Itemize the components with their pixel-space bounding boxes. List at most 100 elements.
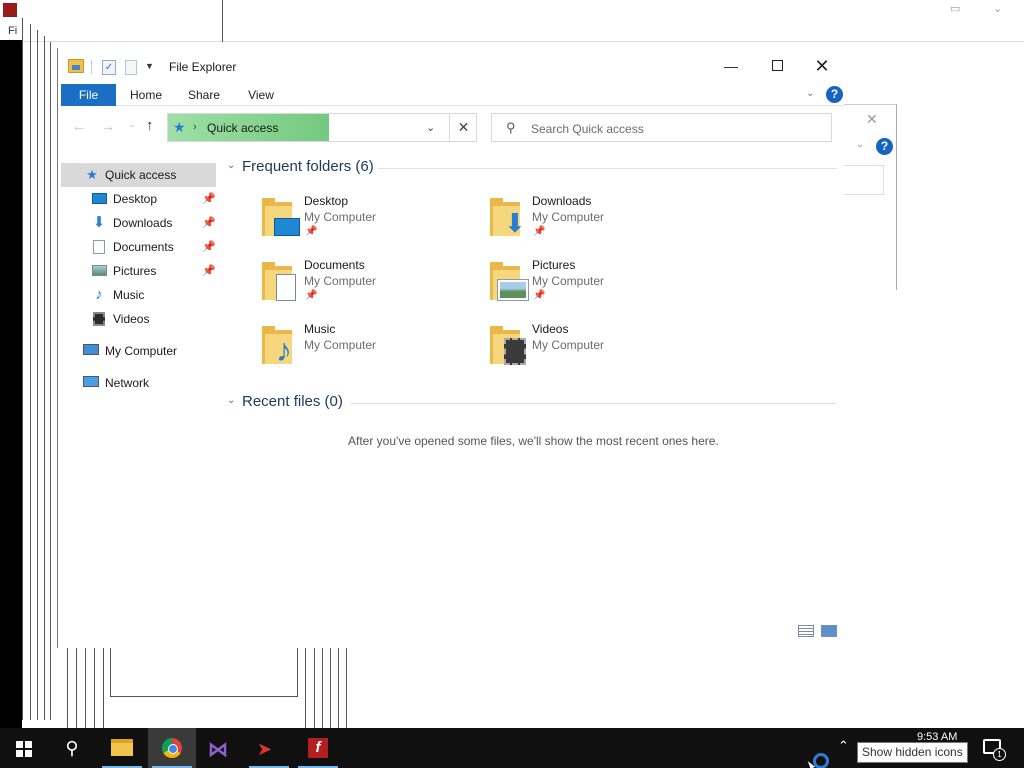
taskbar-file-explorer[interactable] xyxy=(98,728,146,768)
sidebar-item-videos[interactable]: Videos xyxy=(61,307,216,331)
close-button[interactable]: ✕ xyxy=(799,52,845,80)
large-icons-view-icon[interactable] xyxy=(821,625,837,637)
recent-locations-chevron-icon[interactable]: ⌄ xyxy=(128,119,136,130)
recent-files-header[interactable]: ⌄ Recent files (0) xyxy=(225,393,837,413)
sidebar-item-label: Desktop xyxy=(113,192,158,206)
folder-tile-documents[interactable]: Documents My Computer 📌 xyxy=(258,256,478,312)
navigation-bar: ← → ⌄ ↑ ★ › Quick access ⌄ ✕ ⚲ Search Qu… xyxy=(58,110,845,142)
background-black-strip xyxy=(0,40,22,728)
address-history-chevron-icon[interactable]: ⌄ xyxy=(426,121,435,134)
folder-location: My Computer xyxy=(304,210,377,224)
pin-icon[interactable]: 📌 xyxy=(202,259,216,283)
clear-address-button[interactable]: ✕ xyxy=(449,114,477,141)
details-view-icon[interactable] xyxy=(798,625,814,637)
pin-icon: 📌 xyxy=(305,226,318,237)
breadcrumb-quick-access[interactable]: Quick access xyxy=(207,121,278,135)
sidebar-item-quick-access[interactable]: ★ Quick access xyxy=(61,163,216,187)
music-note-icon: ♪ xyxy=(95,286,103,303)
sidebar-item-documents[interactable]: Documents 📌 xyxy=(61,235,216,259)
start-button[interactable] xyxy=(0,728,48,768)
expand-ribbon-chevron-icon[interactable]: ⌄ xyxy=(806,88,814,99)
frame-line xyxy=(44,36,45,720)
downloads-folder-icon: ⬇ xyxy=(490,198,526,238)
sidebar-item-desktop[interactable]: Desktop 📌 xyxy=(61,187,216,211)
taskbar-arrow-app[interactable]: ➤ xyxy=(245,728,293,768)
tab-view[interactable]: View xyxy=(239,84,283,106)
music-folder-icon: ♪ xyxy=(262,326,298,366)
folder-name: Downloads xyxy=(532,194,592,208)
new-folder-icon[interactable] xyxy=(125,60,137,75)
window-title: File Explorer xyxy=(169,60,237,74)
folder-tile-downloads[interactable]: ⬇ Downloads My Computer 📌 xyxy=(486,192,706,248)
empty-recent-message: After you've opened some files, we'll sh… xyxy=(348,434,719,448)
help-icon[interactable]: ? xyxy=(826,86,843,103)
folder-tile-videos[interactable]: Videos My Computer xyxy=(486,320,706,376)
collapse-chevron-icon[interactable]: ⌄ xyxy=(227,160,235,171)
taskbar-flash[interactable]: f xyxy=(294,728,342,768)
up-arrow-icon[interactable]: ↑ xyxy=(146,117,154,134)
ribbon-tabs: File Home Share View ⌄ ? xyxy=(61,84,845,106)
sidebar-item-downloads[interactable]: ⬇ Downloads 📌 xyxy=(61,211,216,235)
frame-line xyxy=(222,0,223,42)
pin-icon[interactable]: 📌 xyxy=(202,211,216,235)
background-dialog: ✕ ⌄ ? xyxy=(844,104,897,290)
sidebar-item-network[interactable]: Network xyxy=(61,371,216,395)
frame-line xyxy=(322,645,323,728)
background-input xyxy=(844,165,884,195)
maximize-button[interactable] xyxy=(754,52,800,80)
background-help-icon: ? xyxy=(876,138,893,155)
videos-folder-icon xyxy=(490,326,526,366)
frame-line xyxy=(330,645,331,728)
frame-line xyxy=(94,645,95,728)
title-bar[interactable]: ✓ ▼ File Explorer — ✕ xyxy=(58,48,845,84)
sidebar-item-my-computer[interactable]: My Computer xyxy=(61,339,216,363)
background-chevron-icon: ⌄ xyxy=(856,139,865,150)
folder-name: Documents xyxy=(304,258,365,272)
collapse-chevron-icon[interactable]: ⌄ xyxy=(227,395,235,406)
sidebar-item-label: My Computer xyxy=(105,344,178,358)
sidebar-item-label: Music xyxy=(113,288,145,302)
pin-icon[interactable]: 📌 xyxy=(202,187,216,211)
search-icon: ⚲ xyxy=(506,120,516,135)
desktop-icon xyxy=(92,193,107,204)
frame-line xyxy=(76,645,77,728)
frame-line xyxy=(338,645,339,728)
folder-tile-desktop[interactable]: Desktop My Computer 📌 xyxy=(258,192,478,248)
cortana-icon[interactable] xyxy=(813,753,829,768)
sidebar-item-pictures[interactable]: Pictures 📌 xyxy=(61,259,216,283)
folder-icon[interactable] xyxy=(68,59,84,73)
folder-tile-pictures[interactable]: Pictures My Computer 📌 xyxy=(486,256,706,312)
taskbar-visual-studio[interactable]: ⋈ xyxy=(196,728,244,768)
taskbar-search-icon[interactable]: ⚲ xyxy=(48,728,96,768)
taskbar-chrome[interactable] xyxy=(148,728,196,768)
tab-share[interactable]: Share xyxy=(181,84,227,106)
navigation-pane: ★ Quick access Desktop 📌 ⬇ Downloads 📌 D… xyxy=(58,158,218,418)
documents-folder-icon xyxy=(262,262,298,302)
pin-icon: 📌 xyxy=(305,290,318,301)
sidebar-item-music[interactable]: ♪ Music xyxy=(61,283,216,307)
section-title: Recent files (0) xyxy=(242,393,343,410)
visual-studio-icon: ⋈ xyxy=(208,739,228,761)
windows-logo-icon xyxy=(16,741,32,757)
address-bar[interactable]: ★ › Quick access ⌄ ✕ xyxy=(167,113,477,142)
show-hidden-icons-caret-icon[interactable]: ⌃ xyxy=(838,738,849,754)
tab-home[interactable]: Home xyxy=(124,84,168,106)
customize-toolbar-chevron-icon[interactable]: ▼ xyxy=(145,61,154,71)
toolbar-separator xyxy=(91,60,92,74)
search-placeholder[interactable]: Search Quick access xyxy=(531,122,644,136)
back-arrow-icon[interactable]: ← xyxy=(72,118,86,134)
tab-file[interactable]: File xyxy=(61,84,116,106)
frequent-folders-header[interactable]: ⌄ Frequent folders (6) xyxy=(225,158,837,178)
minimize-button[interactable]: — xyxy=(708,52,754,80)
folder-tile-music[interactable]: ♪ Music My Computer xyxy=(258,320,478,376)
breadcrumb-separator[interactable]: › xyxy=(193,121,197,133)
pin-icon[interactable]: 📌 xyxy=(202,235,216,259)
background-close-icon: ✕ xyxy=(866,111,878,127)
search-box[interactable]: ⚲ Search Quick access xyxy=(491,113,832,142)
tooltip: Show hidden icons xyxy=(857,742,968,763)
forward-arrow-icon[interactable]: → xyxy=(101,118,115,134)
background-window-titlebar: Fi ▭ ⌄ xyxy=(0,0,1024,42)
folder-name: Pictures xyxy=(532,258,576,272)
properties-icon[interactable]: ✓ xyxy=(102,60,116,75)
folder-name: Videos xyxy=(532,322,569,336)
